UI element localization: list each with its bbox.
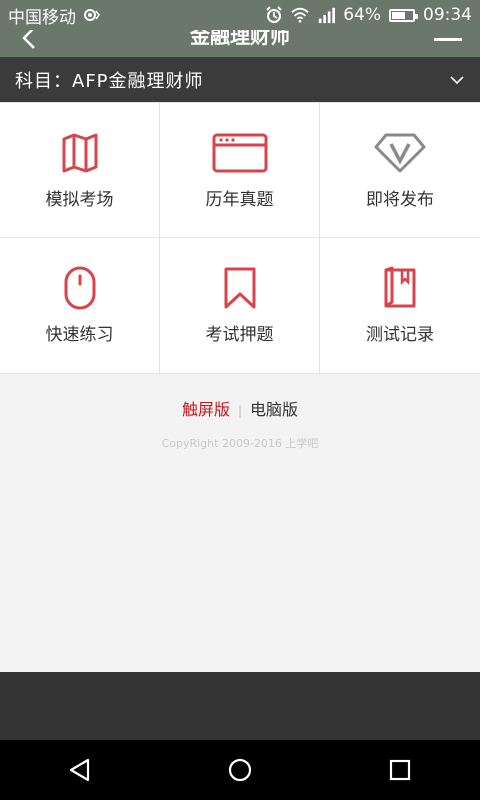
grid-item-label: 模拟考场: [45, 189, 114, 210]
signal-icon: [319, 7, 336, 24]
battery-icon: [389, 8, 418, 22]
grid-item-test-records[interactable]: 测试记录: [320, 238, 480, 373]
navigation-bar: [0, 740, 480, 800]
clock: 09:34: [423, 5, 472, 25]
battery-percent: 64%: [343, 5, 381, 25]
subject-label: 科目：AFP金融理财师: [15, 70, 204, 92]
mouse-icon: [64, 266, 95, 310]
recents-square-icon[interactable]: [386, 756, 414, 784]
pc-version-link[interactable]: 电脑版: [250, 400, 298, 419]
function-grid: 模拟考场 历年真题 即将发布 快速练习 考试押题 测试记录: [0, 102, 480, 374]
bookmark-icon: [224, 267, 255, 309]
grid-item-quick-practice[interactable]: 快速练习: [0, 238, 160, 373]
map-icon: [62, 133, 97, 172]
bottom-bar: [0, 672, 480, 740]
copyright-text: CopyRight 2009-2016 上学吧: [161, 437, 319, 450]
app-header: 金融理财师: [0, 30, 480, 57]
home-circle-icon[interactable]: [226, 756, 254, 784]
grid-item-predicted-questions[interactable]: 考试押题: [160, 238, 320, 373]
grid-item-past-papers[interactable]: 历年真题: [160, 103, 320, 238]
carrier-name: 中国移动: [8, 7, 76, 28]
diamond-v-icon: [374, 133, 426, 172]
touch-version-link[interactable]: 触屏版: [182, 400, 230, 419]
version-switcher: 触屏版 | 电脑版: [0, 396, 480, 420]
grid-item-label: 测试记录: [366, 325, 434, 345]
subject-selector[interactable]: 科目：AFP金融理财师: [0, 57, 480, 102]
menu-icon[interactable]: [434, 38, 462, 52]
status-bar: 中国移动 64% 09:34: [0, 0, 480, 30]
grid-item-label: 快速练习: [45, 325, 114, 345]
wifi-icon: [291, 7, 309, 23]
alarm-icon: [266, 6, 282, 23]
back-triangle-icon[interactable]: [66, 756, 94, 784]
chevron-down-icon: [450, 75, 464, 84]
separator: |: [237, 404, 243, 418]
page-title: 金融理财师: [190, 30, 290, 48]
grid-item-label: 历年真题: [205, 189, 274, 210]
hd-eye-icon: [84, 9, 100, 21]
grid-item-mock-exam[interactable]: 模拟考场: [0, 103, 160, 238]
browser-window-icon: [212, 133, 267, 172]
grid-item-label: 考试押题: [205, 325, 274, 345]
book-icon: [384, 266, 416, 308]
grid-item-coming-soon[interactable]: 即将发布: [320, 103, 480, 238]
grid-item-label: 即将发布: [366, 189, 434, 210]
